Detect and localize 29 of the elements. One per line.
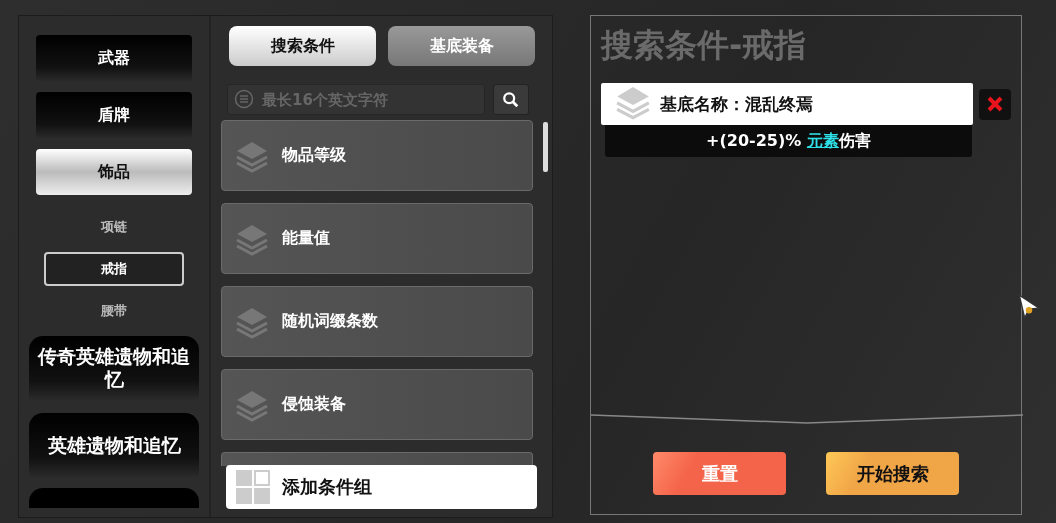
cursor-icon <box>1017 293 1041 321</box>
condition-item[interactable]: 侵蚀装备 <box>221 369 533 440</box>
list-icon <box>234 89 254 109</box>
add-condition-group-button[interactable]: 添加条件组 <box>226 465 537 509</box>
category-button[interactable]: 英雄遗物和追忆 <box>29 413 199 477</box>
category-button[interactable]: 武器 <box>36 35 192 81</box>
condition-item[interactable]: 物品等级 <box>221 120 533 191</box>
condition-item[interactable]: 随机词缀条数 <box>221 286 533 357</box>
search-icon <box>502 90 520 109</box>
search-button[interactable] <box>493 84 529 115</box>
condition-label: 基底名称：混乱终焉 <box>660 92 813 116</box>
delete-button[interactable] <box>979 88 1011 120</box>
category-button[interactable]: 饰品 <box>36 149 192 195</box>
affix-text: +(20-25)% 元素伤害 <box>706 130 871 152</box>
subcategory-item[interactable]: 戒指 <box>44 252 184 286</box>
category-button[interactable]: 盾牌 <box>36 92 192 138</box>
tab[interactable]: 基底装备 <box>388 26 535 66</box>
action-button[interactable]: 开始搜索 <box>826 452 959 495</box>
panel-title: 搜索条件-戒指 <box>601 25 808 66</box>
tab[interactable]: 搜索条件 <box>229 26 376 66</box>
condition-card[interactable]: 基底名称：混乱终焉 <box>601 83 974 125</box>
condition-item[interactable] <box>221 452 533 466</box>
category-button[interactable]: 传奇英雄遗物和追忆 <box>29 336 199 400</box>
grid-icon <box>234 469 272 505</box>
condition-item[interactable]: 能量值 <box>221 203 533 274</box>
affix-link[interactable]: 元素 <box>806 130 839 150</box>
subcategory-item[interactable]: 项链 <box>44 210 184 244</box>
subcategory-item[interactable]: 腰带 <box>44 294 184 328</box>
scrollbar[interactable] <box>543 122 548 172</box>
